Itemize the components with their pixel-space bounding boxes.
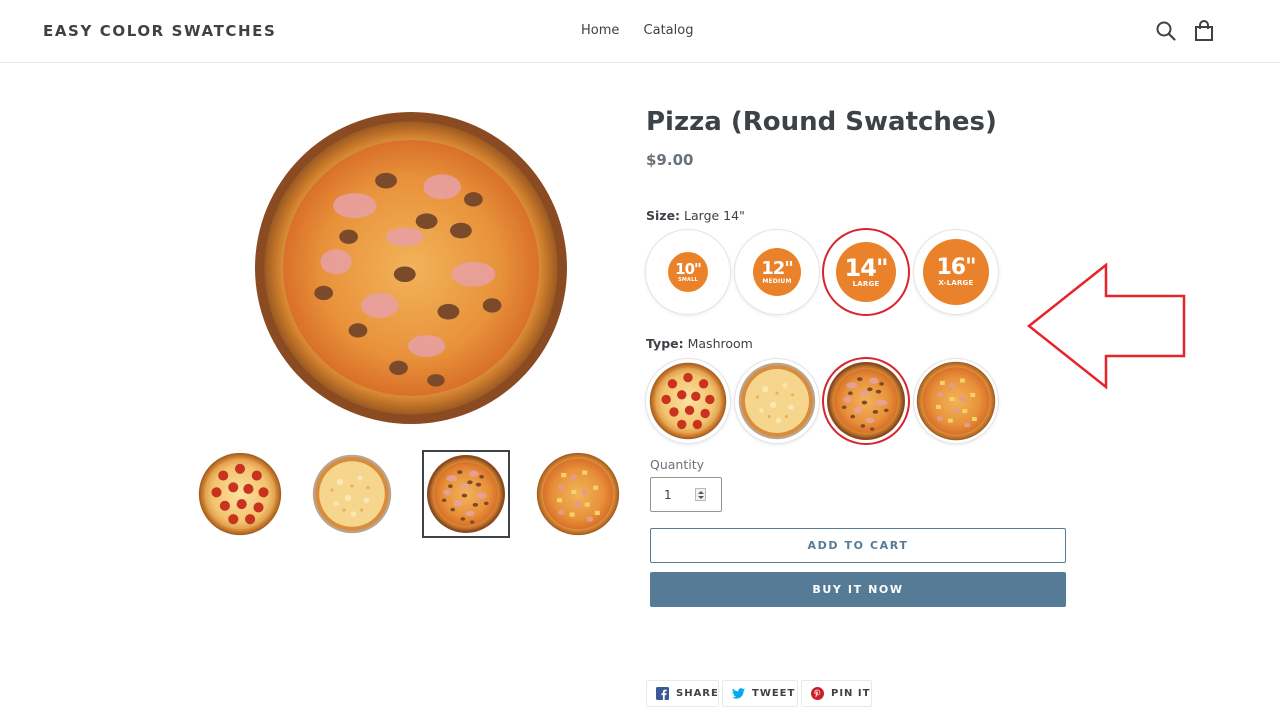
size-swatch-16[interactable]: 16" X-LARGE [914,230,998,314]
thumbnail-mushroom[interactable] [422,450,510,538]
size-name: MEDIUM [762,277,792,285]
type-swatch-pepperoni[interactable] [646,359,730,443]
share-pinterest-label: PIN IT [831,688,871,699]
cart-icon[interactable] [1194,20,1216,42]
thumbnail-hawaiian[interactable] [534,450,622,538]
annotation-arrow [1026,262,1188,390]
nav-item-home[interactable]: Home [581,23,619,38]
product-thumbnails [196,450,626,540]
share-facebook-label: SHARE [676,688,719,699]
size-name: X-LARGE [938,278,974,287]
size-name: SMALL [678,276,698,283]
quantity-stepper[interactable] [695,488,706,501]
thumbnail-cheese[interactable] [308,450,396,538]
share-pinterest-button[interactable]: PIN IT [801,680,872,707]
pinterest-icon [811,687,824,700]
size-badge: 10" SMALL [668,252,708,292]
share-twitter-button[interactable]: TWEET [722,680,798,707]
product-price: $9.00 [646,151,694,169]
store-logo[interactable]: EASY COLOR SWATCHES [43,22,276,40]
size-swatch-10[interactable]: 10" SMALL [646,230,730,314]
nav-item-catalog[interactable]: Catalog [644,23,694,38]
size-badge: 16" X-LARGE [923,239,989,305]
thumbnail-pepperoni[interactable] [196,450,284,538]
size-number: 10" [675,259,702,278]
type-swatch-hawaiian[interactable] [914,359,998,443]
share-twitter-label: TWEET [752,688,796,699]
twitter-icon [732,687,745,700]
size-selected-value: Large 14" [684,208,745,223]
type-swatch-mushroom[interactable] [824,359,908,443]
size-swatch-14[interactable]: 14" LARGE [824,230,908,314]
type-option-label: Type: Mashroom [646,336,753,351]
size-badge: 12" MEDIUM [753,248,801,296]
search-icon[interactable] [1155,20,1177,42]
share-facebook-button[interactable]: SHARE [646,680,719,707]
product-title: Pizza (Round Swatches) [646,107,997,137]
size-badge: 14" LARGE [836,242,896,302]
size-option-label: Size: Large 14" [646,208,745,223]
type-selected-value: Mashroom [687,336,753,351]
main-nav: Home Catalog [581,23,713,38]
quantity-value: 1 [664,488,672,502]
add-to-cart-button[interactable]: ADD TO CART [650,528,1066,563]
size-number: 14" [844,253,889,282]
site-header: EASY COLOR SWATCHES Home Catalog [0,0,1280,63]
type-swatch-cheese[interactable] [735,359,819,443]
buy-it-now-button[interactable]: BUY IT NOW [650,572,1066,607]
quantity-input[interactable]: 1 [650,477,722,512]
quantity-label: Quantity [650,457,705,472]
facebook-icon [656,687,669,700]
product-main-image [255,112,567,424]
size-name: LARGE [852,279,880,288]
size-number: 12" [761,257,793,279]
size-number: 16" [936,254,976,280]
size-swatch-12[interactable]: 12" MEDIUM [735,230,819,314]
size-label: Size: [646,208,681,223]
type-label: Type: [646,336,684,351]
